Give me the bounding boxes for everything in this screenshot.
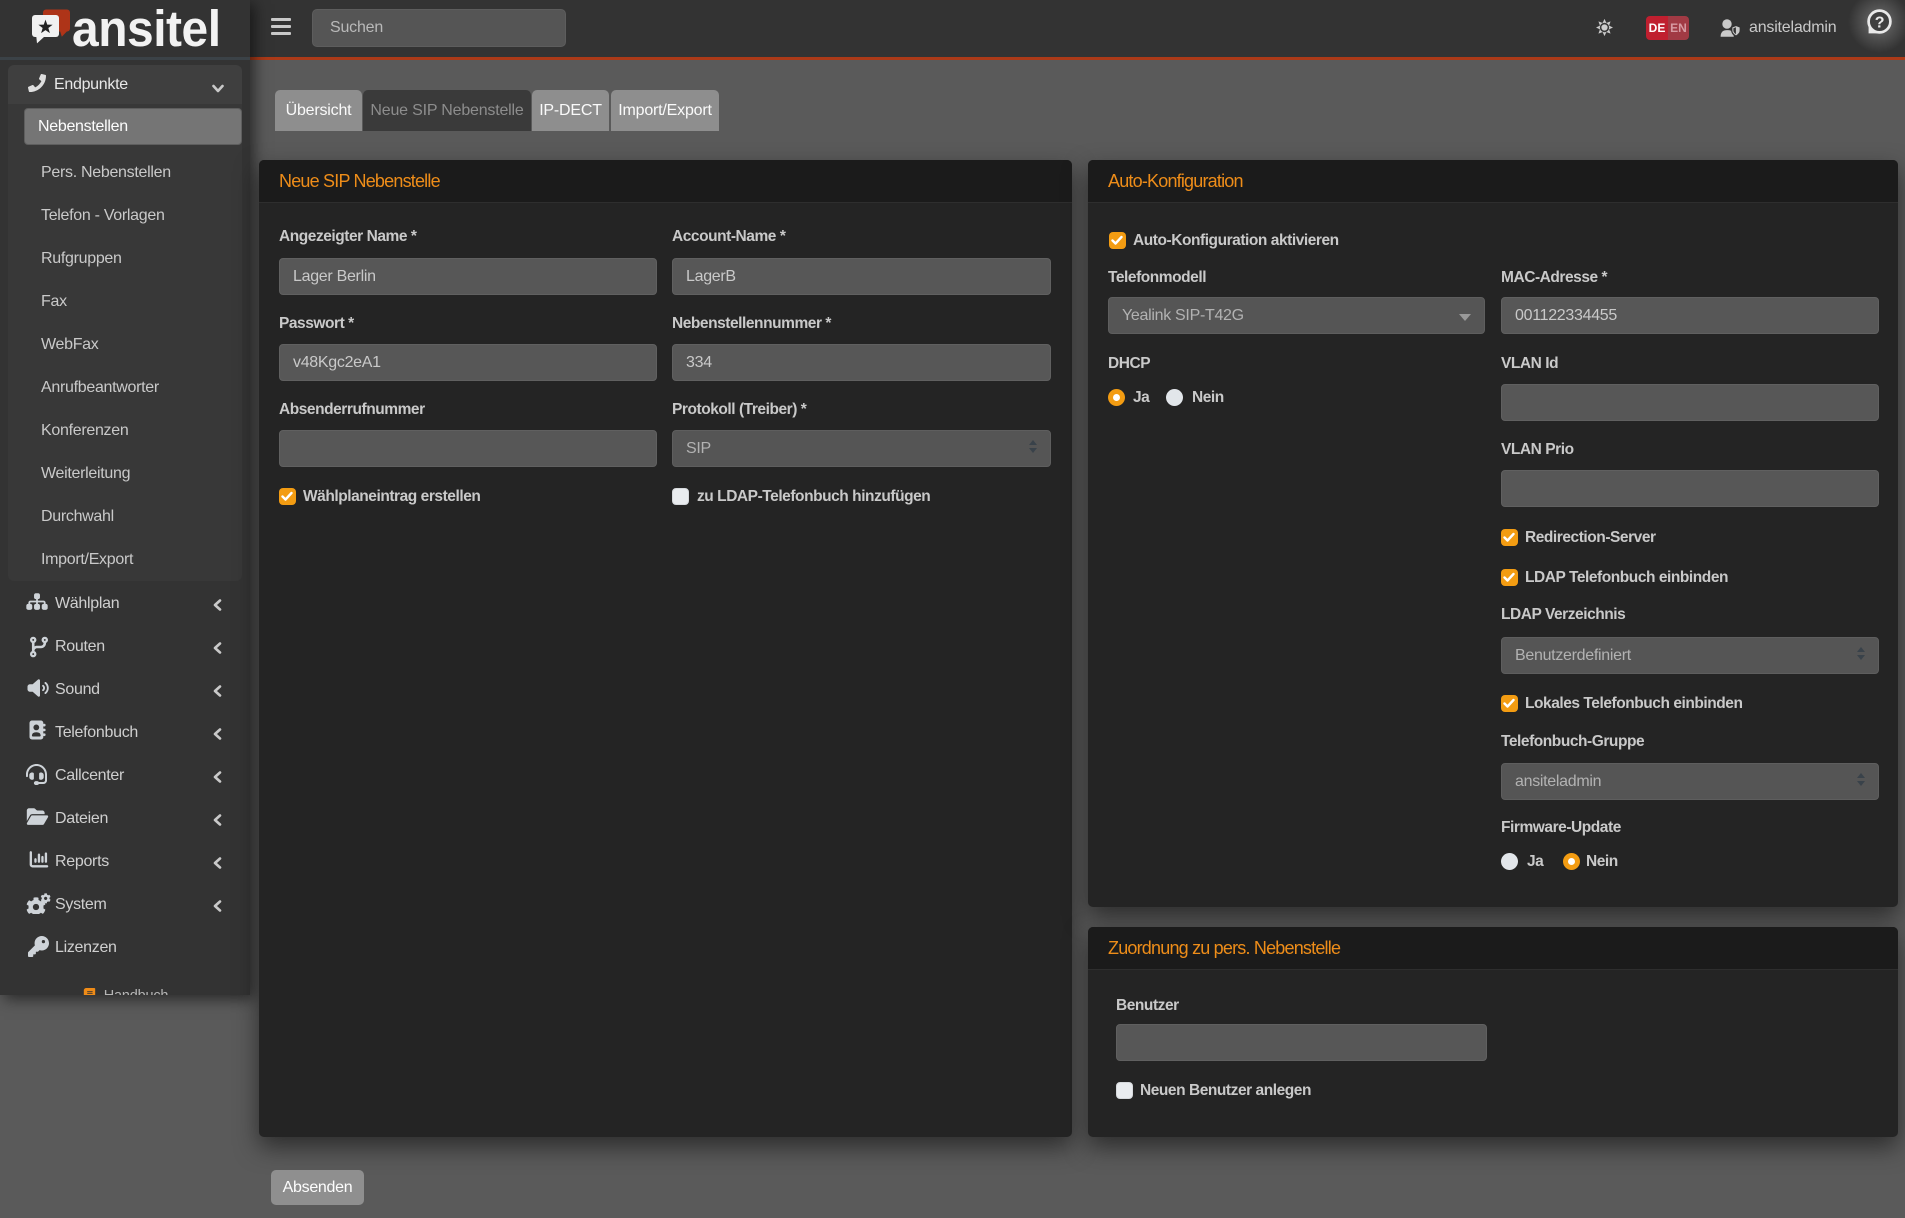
svg-text:?: ?	[1875, 15, 1885, 32]
